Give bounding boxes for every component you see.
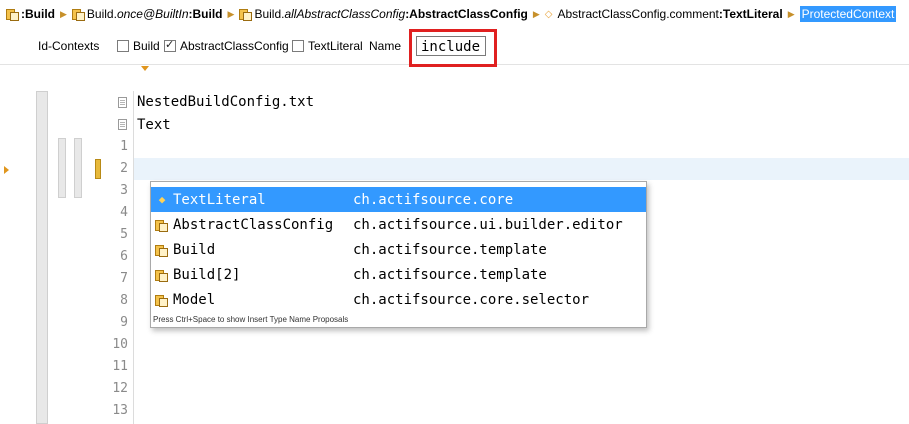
diamond-icon: ◆ (158, 193, 166, 206)
breadcrumb-italic: allAbstractClassConfig (284, 7, 406, 21)
line-number: 7 (120, 271, 128, 286)
class-icon (154, 269, 168, 282)
breadcrumb: :Build ▶ Build. once@BuiltIn:Build ▶ Buil… (0, 0, 909, 29)
line-number: 4 (120, 205, 128, 220)
abstract-class-config-checkbox-box[interactable] (164, 38, 176, 52)
proposal-name: Build[2] (173, 266, 241, 283)
current-line-highlight (134, 158, 909, 180)
breadcrumb-item-protected-context[interactable]: ProtectedContext (798, 4, 899, 24)
breadcrumb-label: :Build (21, 7, 55, 21)
editor-header-line[interactable]: NestedBuildConfig.txt (137, 94, 314, 110)
breadcrumb-type: :TextLiteral (718, 7, 783, 21)
line-number: 13 (112, 403, 128, 418)
text-literal-checkbox-label: TextLiteral (308, 39, 363, 53)
build-checkbox[interactable]: Build (117, 39, 160, 53)
breadcrumb-italic: once@BuiltIn (116, 7, 189, 21)
breadcrumb-separator-icon: ▶ (787, 8, 795, 19)
proposal-package: ch.actifsource.core.selector (353, 291, 590, 308)
proposal-package: ch.actifsource.ui.builder.editor (353, 216, 623, 233)
line-number: 2 (120, 161, 128, 176)
breadcrumb-item-build[interactable]: :Build (4, 4, 57, 24)
class-icon (154, 244, 168, 257)
breadcrumb-item-abstract-class-config[interactable]: Build. allAbstractClassConfig:AbstractCla… (237, 4, 529, 24)
proposal-package: ch.actifsource.template (353, 241, 547, 258)
proposal-name: TextLiteral (173, 191, 266, 208)
line-number: 10 (112, 337, 128, 352)
build-checkbox-box[interactable] (117, 40, 129, 52)
breadcrumb-item-build-once[interactable]: Build. once@BuiltIn:Build (70, 4, 225, 24)
class-icon (71, 8, 85, 21)
line-number: 1 (120, 139, 128, 154)
proposal-package: ch.actifsource.core (353, 191, 514, 208)
breadcrumb-prefix: Build. (86, 7, 117, 21)
line-number: 3 (120, 183, 128, 198)
proposal-hint: Press Ctrl+Space to show Insert Type Nam… (153, 315, 349, 324)
line-number: 12 (112, 381, 128, 396)
breadcrumb-separator-icon: ▶ (227, 8, 235, 19)
proposal-name: Build (173, 241, 216, 258)
id-contexts-label: Id-Contexts (38, 39, 100, 53)
line-number: 8 (120, 293, 128, 308)
proposal-name: AbstractClassConfig (173, 216, 334, 233)
fold-bar[interactable] (74, 138, 82, 198)
line-number: 5 (120, 227, 128, 242)
fold-bar[interactable] (58, 138, 66, 198)
proposal-item-build-2[interactable]: Build[2] ch.actifsource.template (151, 262, 646, 287)
breadcrumb-type: :Build (188, 7, 223, 21)
breadcrumb-prefix: AbstractClassConfig.comment (557, 7, 719, 21)
toolbar-marker-icon (141, 66, 149, 71)
proposal-package: ch.actifsource.template (353, 266, 547, 283)
diamond-icon: ◇ (544, 8, 553, 20)
breadcrumb-type: :AbstractClassConfig (405, 7, 528, 21)
name-label: Name (369, 39, 402, 53)
breadcrumb-prefix: Build. (254, 7, 285, 21)
line-number: 6 (120, 249, 128, 264)
class-icon (154, 294, 168, 307)
text-literal-checkbox[interactable]: TextLiteral (292, 39, 363, 53)
proposal-item-text-literal[interactable]: ◆ TextLiteral ch.actifsource.core (151, 187, 646, 212)
proposal-name: Model (173, 291, 216, 308)
proposal-item-abstract-class-config[interactable]: AbstractClassConfig ch.actifsource.ui.bu… (151, 212, 646, 237)
vertical-ruler (36, 91, 48, 424)
file-icon (118, 97, 127, 108)
content-assist-popup: ◆ TextLiteral ch.actifsource.core Abstra… (150, 181, 647, 328)
build-checkbox-label: Build (133, 39, 160, 53)
current-line-arrow-icon (4, 166, 9, 174)
class-icon (6, 8, 19, 21)
breadcrumb-label: ProtectedContext (799, 6, 897, 22)
proposal-item-model[interactable]: Model ch.actifsource.core.selector (151, 287, 646, 312)
breadcrumb-item-comment[interactable]: ◇ AbstractClassConfig.comment:TextLitera… (543, 4, 785, 24)
text-literal-checkbox-box[interactable] (292, 40, 304, 52)
class-icon (154, 219, 168, 232)
editor-header-line[interactable]: Text (137, 117, 171, 133)
line-number: 9 (120, 315, 128, 330)
breadcrumb-separator-icon: ▶ (532, 8, 540, 19)
editor-column-divider (133, 91, 134, 424)
abstract-class-config-checkbox[interactable]: AbstractClassConfig (164, 38, 289, 53)
highlight-box (409, 29, 497, 67)
class-icon (239, 8, 253, 21)
abstract-class-config-checkbox-label: AbstractClassConfig (180, 39, 289, 53)
breadcrumb-separator-icon: ▶ (60, 8, 67, 19)
text-icon (118, 119, 127, 130)
line-number: 11 (112, 359, 128, 374)
proposal-item-build[interactable]: Build ch.actifsource.template (151, 237, 646, 262)
